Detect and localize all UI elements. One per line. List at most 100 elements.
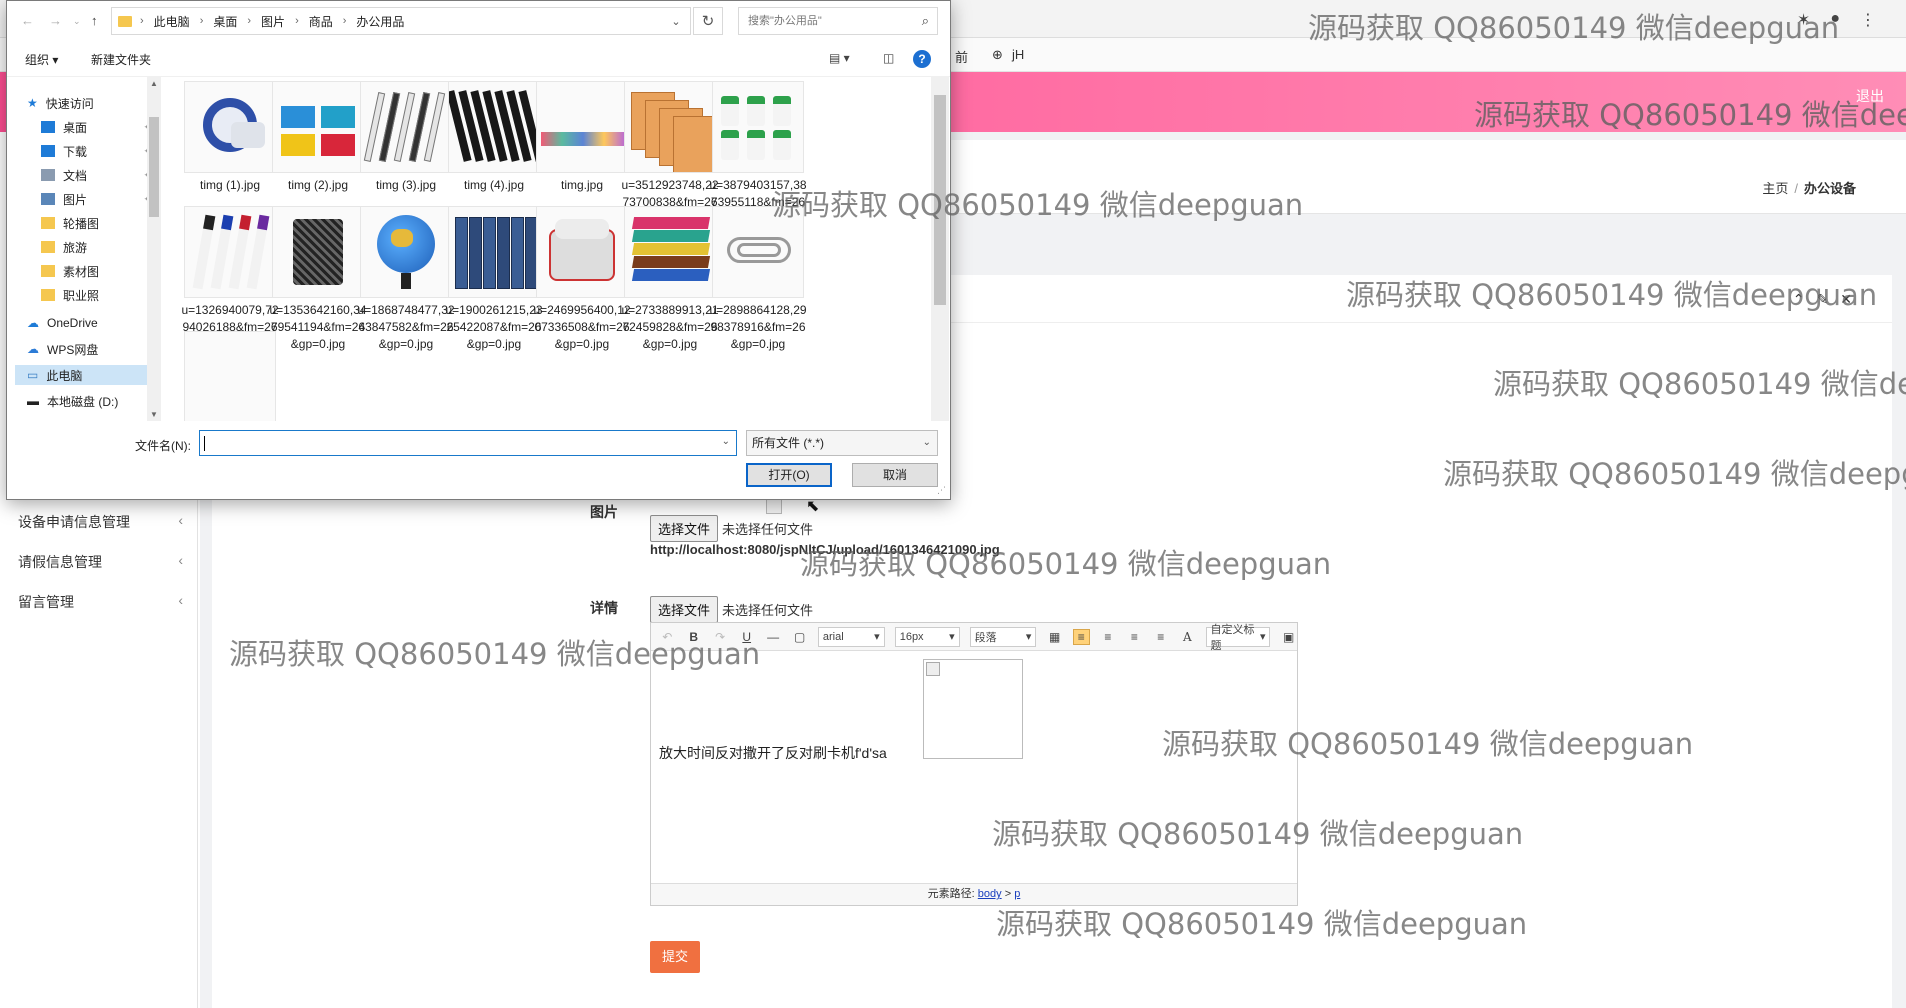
table-icon[interactable]: ▦ [1046, 630, 1062, 644]
address-dropdown-icon[interactable]: ⌄ [661, 7, 691, 35]
address-segment[interactable]: 桌面 [213, 13, 237, 30]
open-button[interactable]: 打开(O) [746, 463, 832, 487]
wrench-icon[interactable]: ✎ [1817, 291, 1829, 308]
extensions-icon[interactable]: ✶ [1797, 10, 1810, 30]
help-icon[interactable]: ? [913, 50, 931, 68]
nav-this-pc[interactable]: ▭ 此电脑 [15, 365, 151, 385]
embedded-image[interactable] [923, 659, 1023, 759]
file-tile[interactable]: timg.jpg [531, 81, 633, 194]
font-size-select[interactable]: 16px ▾ [894, 626, 960, 647]
nav-item[interactable]: 下载✦ [41, 141, 151, 161]
new-folder-button[interactable]: 新建文件夹 [91, 51, 151, 68]
paragraph-select[interactable]: 段落 ▾ [969, 626, 1037, 647]
scroll-thumb[interactable] [149, 117, 159, 217]
bookmark-item[interactable]: jH [1012, 47, 1024, 62]
scroll-down-icon[interactable]: ▼ [150, 410, 158, 419]
recent-dropdown-icon[interactable]: ⌄ [73, 16, 81, 27]
underline-icon[interactable]: U [738, 630, 754, 644]
file-tile[interactable]: u=2898864128,2998378916&fm=26&gp=0.jpg [707, 206, 809, 353]
element-path-body[interactable]: body [978, 888, 1002, 900]
collapse-icon[interactable]: ⌃ [1793, 291, 1805, 308]
file-tile[interactable]: timg (4).jpg [443, 81, 545, 194]
file-tile[interactable]: u=1900261215,2325422087&fm=26&gp=0.jpg [443, 206, 545, 353]
nav-wps[interactable]: ☁ WPS网盘 [27, 339, 151, 359]
align-center-icon[interactable]: ≡ [1126, 630, 1142, 644]
file-grid-scrollbar[interactable] [931, 77, 949, 421]
breadcrumb-home[interactable]: 主页 [1762, 181, 1788, 196]
forward-icon[interactable]: → [49, 13, 62, 28]
file-tile[interactable]: u=1868748477,3243847582&fm=26&gp=0.jpg [355, 206, 457, 353]
align-right-icon[interactable]: ≡ [1100, 630, 1116, 644]
chevron-right-icon: › [247, 15, 252, 27]
image-file-input[interactable]: 选择文件 未选择任何文件 [650, 515, 813, 542]
scroll-thumb[interactable] [934, 95, 946, 305]
nav-item[interactable]: 职业照 [41, 285, 151, 305]
sidebar-item-message[interactable]: 留言管理 ‹ [18, 592, 183, 612]
file-tile[interactable]: u=2733889913,2172459828&fm=26&gp=0.jpg [619, 206, 721, 353]
filename-dropdown-icon[interactable]: ⌄ [722, 436, 730, 447]
scroll-up-icon[interactable]: ▲ [150, 79, 158, 88]
file-type-dropdown-icon: ⌄ [922, 437, 931, 448]
dialog-search-input[interactable]: 搜索"办公用品" ⌕ [738, 7, 938, 35]
font-family-select[interactable]: arial ▾ [817, 626, 885, 647]
submit-button[interactable]: 提交 [650, 941, 700, 973]
nav-onedrive[interactable]: ☁ OneDrive [27, 313, 151, 333]
file-thumbnail[interactable] [184, 331, 276, 421]
choose-file-button[interactable]: 选择文件 [650, 596, 719, 623]
file-name: timg (4).jpg [463, 178, 525, 192]
bold-icon[interactable]: B [685, 630, 701, 644]
redo-icon[interactable]: ↷ [712, 630, 728, 644]
address-segment[interactable]: 办公用品 [356, 13, 404, 30]
file-tile[interactable]: u=2469956400,1207336508&fm=26&gp=0.jpg [531, 206, 633, 353]
nav-item[interactable]: 轮播图 [41, 213, 151, 233]
sidebar-item-device-apply[interactable]: 设备申请信息管理 ‹ [18, 512, 183, 532]
nav-local-disk[interactable]: ▬ 本地磁盘 (D:) [27, 391, 151, 411]
resize-grip-icon[interactable]: ⋰ [937, 485, 946, 496]
element-path-p[interactable]: p [1014, 888, 1020, 900]
thumbnail-shape [631, 230, 711, 242]
logout-link[interactable]: 退出 [1856, 86, 1884, 106]
address-segment[interactable]: 商品 [309, 13, 333, 30]
address-segment[interactable]: 图片 [261, 13, 285, 30]
editor-content[interactable]: 放大时间反对撒开了反对刷卡机f'd'sa [651, 651, 1297, 877]
account-icon[interactable]: ● [1830, 10, 1840, 30]
preview-pane-icon[interactable]: ◫ [883, 51, 894, 65]
up-icon[interactable]: ↑ [91, 13, 98, 28]
address-segment[interactable]: 此电脑 [154, 13, 190, 30]
organize-button[interactable]: 组织 ▾ [25, 51, 58, 68]
detail-file-input[interactable]: 选择文件 未选择任何文件 [650, 596, 813, 623]
search-icon[interactable]: ⌕ [922, 8, 929, 34]
page-icon[interactable]: ▢ [791, 630, 807, 644]
sidebar-item-leave[interactable]: 请假信息管理 ‹ [18, 552, 183, 572]
menu-icon[interactable]: ⋮ [1860, 10, 1876, 30]
file-tile[interactable]: timg (2).jpg [267, 81, 369, 194]
nav-item[interactable]: 桌面✦ [41, 117, 151, 137]
nav-scrollbar[interactable]: ▲ ▼ [147, 77, 161, 421]
undo-icon[interactable]: ↶ [659, 630, 675, 644]
nav-quick-access[interactable]: ★ 快速访问 [27, 93, 151, 113]
bookmark-item[interactable]: 前 [955, 47, 968, 66]
custom-title-select[interactable]: 自定义标题 ▾ [1205, 624, 1271, 652]
align-justify-icon[interactable]: ≡ [1153, 630, 1169, 644]
back-icon[interactable]: ← [21, 13, 34, 28]
nav-item[interactable]: 文档✦ [41, 165, 151, 185]
horizontal-rule-icon[interactable]: — [765, 630, 781, 644]
preview-icon[interactable]: ▣ [1280, 630, 1296, 644]
nav-item[interactable]: 旅游 [41, 237, 151, 257]
nav-item[interactable]: 图片✦ [41, 189, 151, 209]
align-left-icon[interactable]: ≡ [1072, 628, 1090, 645]
filename-input[interactable]: ⌄ [199, 430, 737, 456]
file-tile[interactable]: timg (3).jpg [355, 81, 457, 194]
file-type-select[interactable]: 所有文件 (*.*) ⌄ [746, 430, 938, 456]
nav-item[interactable]: 素材图 [41, 261, 151, 281]
file-tile[interactable]: timg (1).jpg [179, 81, 281, 194]
address-bar[interactable]: › 此电脑 › 桌面 › 图片 › 商品 › 办公用品 [111, 7, 691, 35]
close-icon[interactable]: ✕ [1840, 291, 1852, 308]
no-file-text: 未选择任何文件 [722, 603, 814, 618]
view-options-icon[interactable]: ▤ ▾ [829, 51, 850, 65]
choose-file-button[interactable]: 选择文件 [650, 515, 719, 542]
refresh-icon[interactable]: ↻ [693, 7, 723, 35]
cancel-button[interactable]: 取消 [852, 463, 938, 487]
font-color-icon[interactable]: A [1179, 630, 1195, 644]
file-tile[interactable]: u=1353642160,3479541194&fm=26&gp=0.jpg [267, 206, 369, 353]
